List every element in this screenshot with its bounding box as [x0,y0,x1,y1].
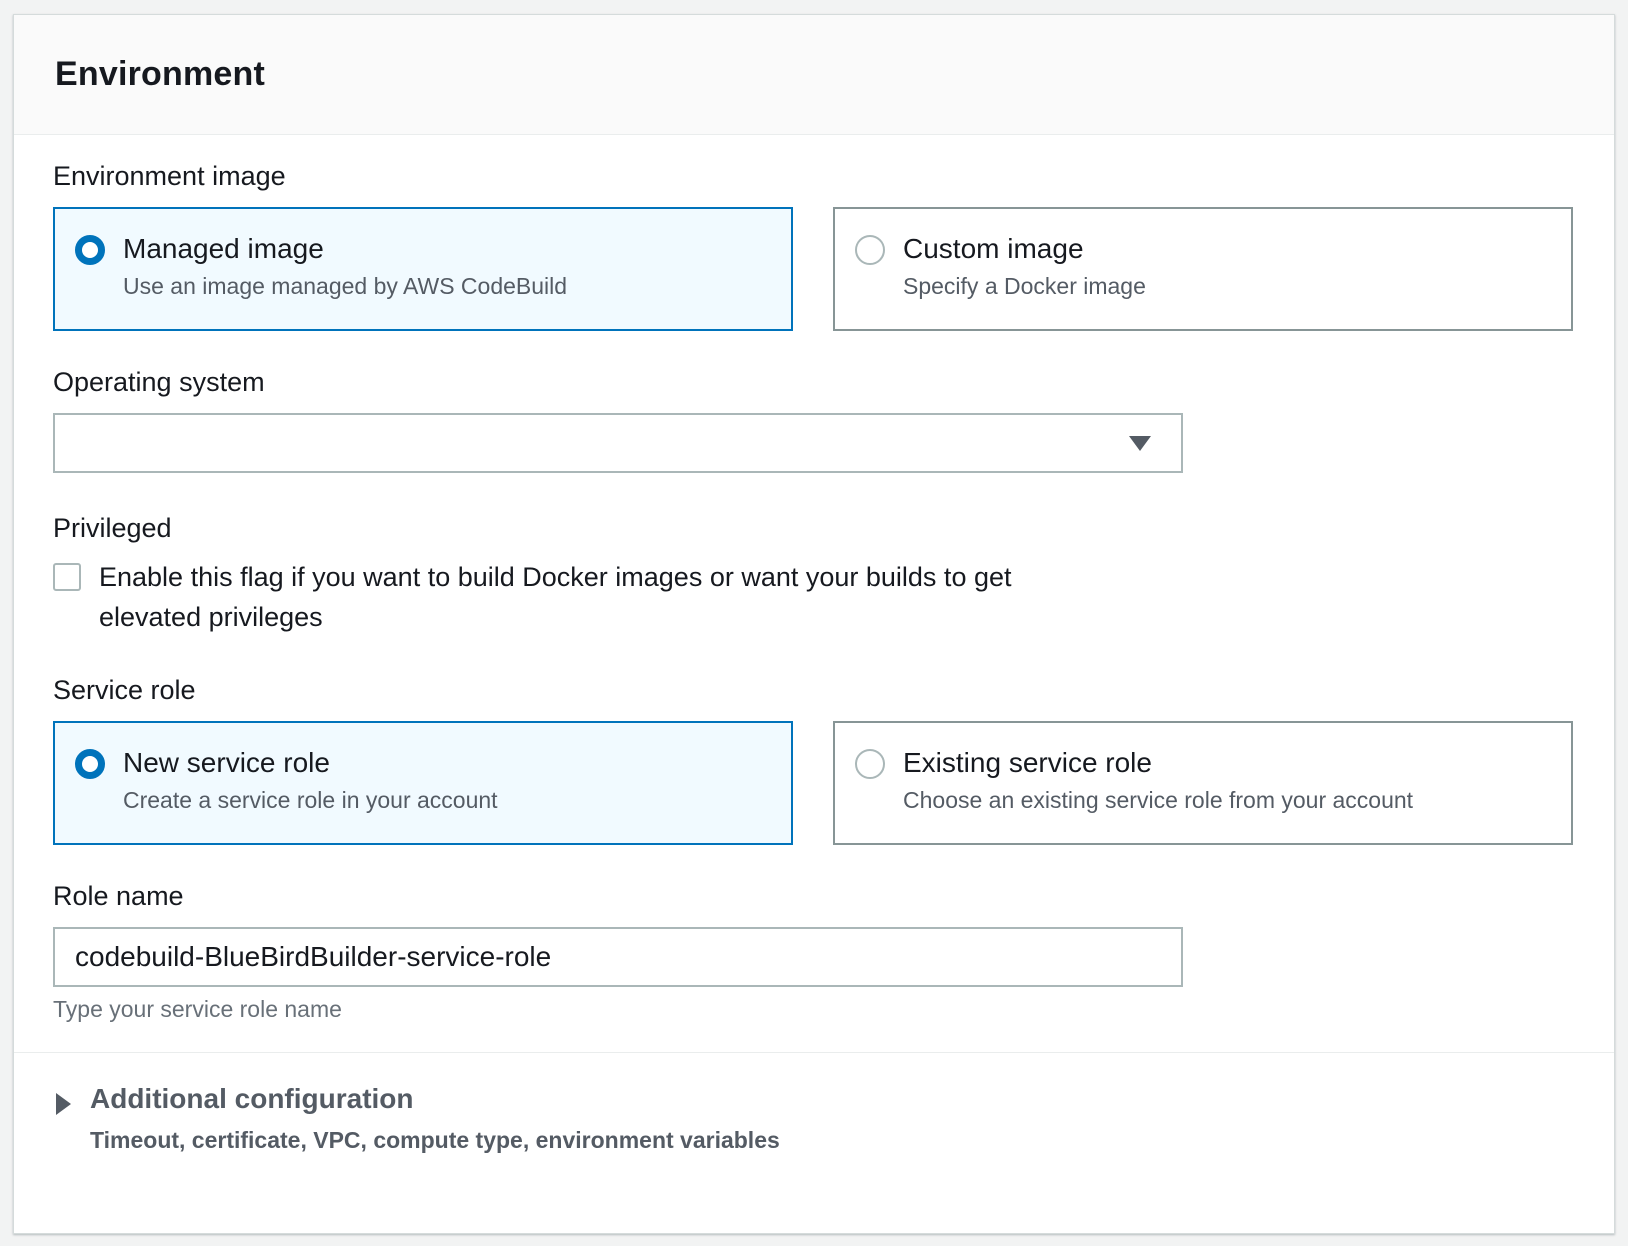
privileged-label: Privileged [53,513,172,543]
operating-system-select[interactable] [53,413,1183,473]
service-role-label: Service role [53,675,196,705]
privileged-checkbox-label[interactable]: Enable this flag if you want to build Do… [99,557,1099,637]
operating-system-label: Operating system [53,367,265,397]
environment-image-label: Environment image [53,161,286,191]
existing-service-role-tile[interactable]: Existing service role Choose an existing… [833,721,1573,845]
privileged-checkbox[interactable] [53,563,81,591]
managed-image-title: Managed image [123,233,324,264]
section-divider [14,1052,1614,1053]
existing-service-role-title: Existing service role [903,747,1152,778]
panel-header: Environment [14,15,1614,135]
managed-image-description: Use an image managed by AWS CodeBuild [123,273,568,299]
environment-panel: Environment Environment image Managed im… [13,14,1615,1234]
role-name-label: Role name [53,881,184,911]
managed-image-radio[interactable] [75,235,105,265]
new-service-role-title: New service role [123,747,330,778]
existing-service-role-description: Choose an existing service role from you… [903,787,1414,813]
new-service-role-description: Create a service role in your account [123,787,498,813]
caret-down-icon [1129,436,1151,451]
new-service-role-radio[interactable] [75,749,105,779]
additional-configuration-description: Timeout, certificate, VPC, compute type,… [90,1127,780,1153]
custom-image-title: Custom image [903,233,1084,264]
role-name-hint: Type your service role name [53,996,342,1022]
existing-service-role-radio[interactable] [855,749,885,779]
panel-title: Environment [55,55,266,93]
managed-image-tile[interactable]: Managed image Use an image managed by AW… [53,207,793,331]
role-name-input[interactable] [53,927,1183,987]
new-service-role-tile[interactable]: New service role Create a service role i… [53,721,793,845]
caret-right-icon [56,1093,71,1115]
custom-image-tile[interactable]: Custom image Specify a Docker image [833,207,1573,331]
custom-image-description: Specify a Docker image [903,273,1146,299]
additional-configuration-title[interactable]: Additional configuration [90,1083,414,1115]
custom-image-radio[interactable] [855,235,885,265]
